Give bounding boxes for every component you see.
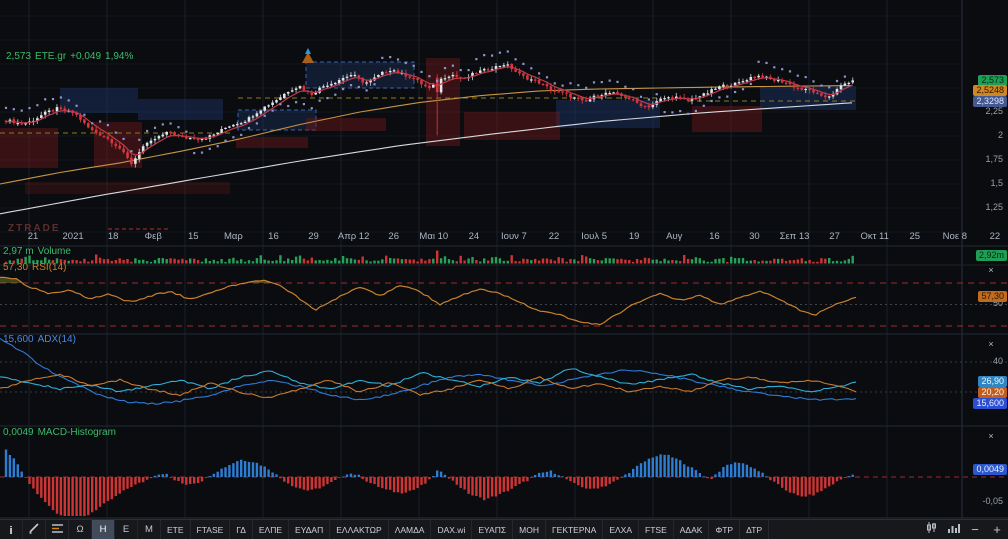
symbol-tab-ΕΥΔΑΠ[interactable]: ΕΥΔΑΠ [289, 520, 331, 539]
trading-app-window: { "meta": {"watermark": "ZTRADE", "symbo… [0, 0, 1008, 539]
toolbar-symbols: ΕΤΕ FTASE ΓΔ ΕΛΠΕ ΕΥΔΑΠ ΕΛΛΑΚΤΩΡ ΛΑΜΔΑ DAX.wi ΕΥ… [161, 520, 770, 539]
symbol-tab-FTASE[interactable]: FTASE [191, 520, 231, 539]
adx-value: 15,600 [3, 334, 34, 345]
macd-value: 0,0049 [3, 427, 34, 438]
price-change-pct: 1,94% [105, 51, 134, 62]
macd-label: MACD-Histogram [37, 427, 116, 438]
time-axis-label: 26 [388, 231, 399, 242]
ma-slow-badge: 2,3298 [973, 96, 1007, 107]
toolbar-periods: ΩΗΕΜ [69, 520, 161, 539]
price-legend: 2,573 ETE.gr +0,049 1,94% [6, 51, 137, 62]
symbol-tab-ΜΟΗ[interactable]: ΜΟΗ [513, 520, 546, 539]
bottom-toolbar: i ΩΗΕΜ ΕΤΕ FTASE ΓΔ ΕΛΠΕ ΕΥΔΑΠ ΕΛΛΑΚΤΩΡ ΛΑΜΔΑ D… [0, 519, 1008, 539]
time-axis-label: 27 [829, 231, 840, 242]
symbol-tab-ΑΔΑΚ[interactable]: ΑΔΑΚ [674, 520, 710, 539]
symbol-tab-ΓΔ[interactable]: ΓΔ [230, 520, 253, 539]
toolbar-right-group: − + [920, 520, 1008, 539]
indicators-tool-button[interactable] [46, 520, 69, 539]
panel-close-icon[interactable]: × [986, 431, 996, 441]
time-axis-label: 19 [628, 231, 640, 242]
symbol-tab-ΕΛΛΑΚΤΩΡ[interactable]: ΕΛΛΑΚΤΩΡ [330, 520, 389, 539]
rsi-badge: 57,30 [978, 291, 1007, 302]
macd-badge: 0,0049 [973, 464, 1007, 475]
di-minus-badge: 20,20 [978, 387, 1007, 398]
time-axis-label: Μαρ [223, 231, 243, 242]
time-axis-label: Φεβ [144, 231, 162, 242]
indicators-icon [51, 521, 64, 539]
value-axis-label: 2,25 [985, 106, 1003, 116]
info-tool-button[interactable]: i [0, 520, 23, 539]
symbol-tab-ΦΤΡ[interactable]: ΦΤΡ [709, 520, 741, 539]
time-axis-label: 2021 [62, 231, 84, 242]
symbol-tab-FTSE[interactable]: FTSE [639, 520, 674, 539]
symbol-tab-DAX.wi[interactable]: DAX.wi [431, 520, 473, 539]
time-axis-label: 16 [709, 231, 720, 242]
symbol-tab-ΕΤΕ[interactable]: ΕΤΕ [161, 520, 191, 539]
time-axis-label: Ιουν 7 [501, 231, 527, 242]
period-button-Ω[interactable]: Ω [69, 520, 92, 539]
time-axis-label: 30 [749, 231, 760, 242]
value-axis-label: 40 [992, 356, 1003, 366]
time-axis-label: Μαι 10 [419, 231, 449, 242]
rsi-label: RSI(14) [32, 262, 67, 273]
time-axis-label: 18 [107, 231, 119, 242]
value-axis-label: 2 [997, 130, 1003, 140]
chart-canvas[interactable] [0, 0, 1008, 520]
rsi-value: 57,30 [3, 262, 29, 273]
value-axis-label: 1,5 [990, 178, 1003, 188]
macd-legend: 0,0049 MACD-Histogram [3, 427, 120, 438]
panel-close-icon[interactable]: × [986, 339, 996, 349]
time-axis-label: 24 [468, 231, 480, 242]
time-axis-label: Ιουλ 5 [581, 231, 607, 242]
adx-legend: 15,600 ADX(14) [3, 334, 80, 345]
volume-badge: 2,92m [975, 250, 1007, 261]
zoom-out-button[interactable]: − [964, 520, 986, 539]
time-axis-label: 22 [548, 231, 560, 242]
time-axis-label: 25 [909, 231, 921, 242]
zoom-in-button[interactable]: + [986, 520, 1008, 539]
ma-fast-badge: 2,5248 [973, 85, 1007, 96]
time-axis-label: 29 [308, 231, 319, 242]
symbol-tab-ΓΕΚΤΕΡΝΑ[interactable]: ΓΕΚΤΕΡΝΑ [546, 520, 604, 539]
period-button-Μ[interactable]: Μ [138, 520, 161, 539]
symbol-tab-ΔΤΡ[interactable]: ΔΤΡ [740, 520, 770, 539]
candlestick-type-button[interactable] [920, 520, 942, 539]
symbol-tab-ΛΑΜΔΑ[interactable]: ΛΑΜΔΑ [389, 520, 432, 539]
price-change: +0,049 [70, 51, 102, 62]
time-axis-label: Νοε 8 [942, 231, 967, 242]
candlestick-icon [925, 521, 938, 539]
volume-legend: 2,97 m Volume [3, 246, 75, 257]
adx-label: ADX(14) [37, 334, 76, 345]
di-plus-badge: 26,90 [978, 376, 1007, 387]
period-button-Η[interactable]: Η [92, 520, 115, 539]
value-axis-label: -0,05 [982, 496, 1003, 506]
pencil-tool-button[interactable] [23, 520, 46, 539]
time-axis-label: 16 [268, 231, 279, 242]
bar-chart-type-button[interactable] [942, 520, 964, 539]
volume-value: 2,97 m [3, 246, 34, 257]
value-axis-label: 1,25 [985, 202, 1003, 212]
time-axis-label: Οκτ 11 [860, 231, 889, 242]
volume-label: Volume [37, 246, 71, 257]
last-price-value: 2,573 [6, 51, 32, 62]
time-axis-label: Σεπ 13 [779, 231, 810, 242]
value-axis-label: 1,75 [985, 154, 1003, 164]
rsi-legend: 57,30 RSI(14) [3, 262, 70, 273]
symbol-tab-ΕΥΑΠΣ[interactable]: ΕΥΑΠΣ [472, 520, 514, 539]
symbol-tab-ΕΛΧΑ[interactable]: ΕΛΧΑ [603, 520, 640, 539]
time-axis-label: Αυγ [666, 231, 683, 242]
pencil-icon [28, 521, 40, 539]
bar-chart-icon [947, 521, 960, 539]
symbol-tab-ΕΛΠΕ[interactable]: ΕΛΠΕ [253, 520, 290, 539]
adx-badge: 15,600 [973, 398, 1007, 409]
time-axis-label: Απρ 12 [337, 231, 370, 242]
symbol-label: ETE.gr [35, 51, 67, 62]
time-axis-label: 15 [188, 231, 199, 242]
period-button-Ε[interactable]: Ε [115, 520, 138, 539]
time-axis-label: 22 [989, 231, 1001, 242]
time-axis-label: 21 [27, 231, 39, 242]
info-icon: i [9, 524, 13, 537]
panel-close-icon[interactable]: × [986, 265, 996, 275]
toolbar-tools: i [0, 520, 69, 539]
